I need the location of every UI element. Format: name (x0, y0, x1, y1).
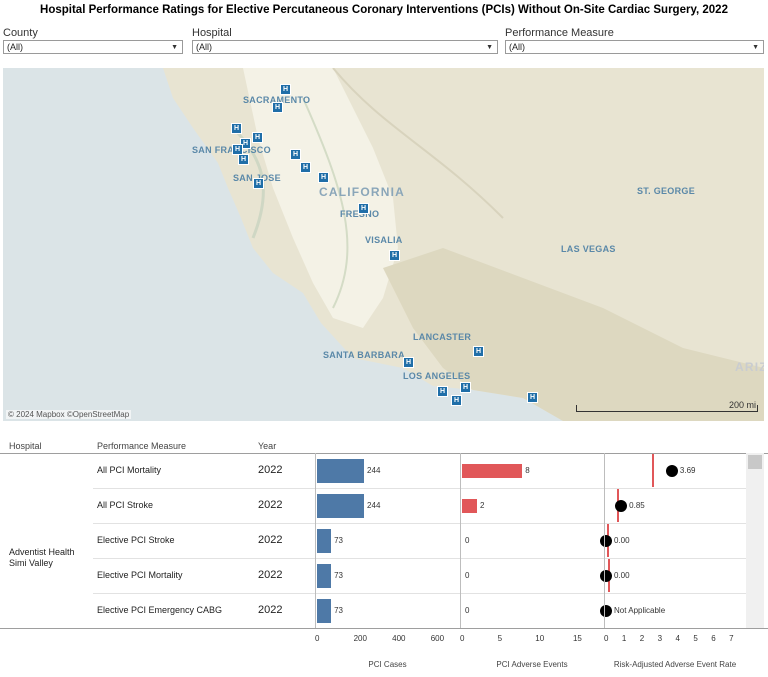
hospital-marker-icon[interactable]: H (238, 154, 249, 165)
hospital-column-header: Hospital (9, 441, 42, 451)
measure-filter[interactable]: Performance Measure (All) ▼ (505, 26, 764, 54)
state-label: CALIFORNIA (319, 185, 405, 199)
map-scale-label: 200 mi (728, 400, 756, 410)
page-title: Hospital Performance Ratings for Electiv… (40, 4, 728, 16)
hospital-marker-icon[interactable]: H (527, 392, 538, 403)
year-cell: 2022 (258, 603, 283, 616)
rate-axis-title: Risk-Adjusted Adverse Event Rate (613, 660, 737, 669)
hospital-marker-icon[interactable]: H (437, 386, 448, 397)
year-cell: 2022 (258, 498, 283, 511)
measure-name: All PCI Stroke (97, 499, 154, 510)
measure-select[interactable]: (All) ▼ (505, 40, 764, 54)
county-select[interactable]: (All) ▼ (3, 40, 183, 54)
county-value: (All) (7, 42, 23, 52)
events-axis-title: PCI Adverse Events (496, 660, 568, 669)
chevron-down-icon[interactable]: ▼ (752, 41, 759, 54)
year-column-header: Year (258, 441, 277, 451)
axis-tick-label: 0 (604, 634, 609, 643)
measure-value: (All) (509, 42, 525, 52)
axis-tick-label: 0 (315, 634, 320, 643)
axis-tick-label: 3 (657, 634, 663, 643)
measure-name: Elective PCI Stroke (97, 534, 175, 545)
state-label: ARIZ (735, 360, 764, 374)
hospital-marker-icon[interactable]: H (451, 395, 462, 406)
city-label: SANTA BARBARA (323, 350, 405, 360)
hospital-marker-icon[interactable]: H (272, 102, 283, 113)
city-label: LOS ANGELES (403, 371, 471, 381)
axis-tick-label: 200 (353, 634, 367, 643)
cases-axis-title: PCI Cases (368, 660, 407, 669)
axis-tick-label: 4 (675, 634, 680, 643)
footer-divider (0, 628, 768, 629)
measure-name: All PCI Mortality (97, 464, 162, 475)
measure-filter-label: Performance Measure (505, 27, 614, 39)
year-cell: 2022 (258, 463, 283, 476)
chevron-down-icon[interactable]: ▼ (171, 41, 178, 54)
hospital-marker-icon[interactable]: H (460, 382, 471, 393)
year-cell: 2022 (258, 533, 283, 546)
measure-column-header: Performance Measure (97, 441, 187, 451)
hospital-marker-icon[interactable]: H (358, 203, 369, 214)
axis-tick-label: 600 (430, 634, 445, 643)
hospital-marker-icon[interactable]: H (403, 357, 414, 368)
hospital-map[interactable]: SACRAMENTO SAN FRANCISCO SAN JOSE FRESNO… (3, 68, 764, 421)
hospital-marker-icon[interactable]: H (473, 346, 484, 357)
city-label: LAS VEGAS (561, 244, 616, 254)
axis-tick-label: 1 (621, 634, 627, 643)
hospital-marker-icon[interactable]: H (231, 123, 242, 134)
hospital-marker-icon[interactable]: H (389, 250, 400, 261)
city-label: ST. GEORGE (637, 186, 696, 196)
axis-tick-label: 0 (460, 634, 465, 643)
hospital-marker-icon[interactable]: H (290, 149, 301, 160)
hospital-marker-icon[interactable]: H (252, 132, 263, 143)
axis-tick-label: 10 (535, 634, 545, 643)
axis-tick-label: 5 (693, 634, 698, 643)
chevron-down-icon[interactable]: ▼ (486, 41, 493, 54)
county-filter[interactable]: County (All) ▼ (3, 26, 183, 54)
scrollbar-thumb[interactable] (748, 455, 762, 469)
axis-tick-label: 7 (729, 634, 734, 643)
axis-tick-label: 5 (497, 634, 503, 643)
hospital-marker-icon[interactable]: H (253, 178, 264, 189)
axis-tick-label: 15 (572, 634, 582, 643)
measure-name: Elective PCI Mortality (97, 569, 183, 580)
hospital-marker-icon[interactable]: H (318, 172, 329, 183)
axis-tick-label: 400 (392, 634, 406, 643)
event-rate-panel (604, 453, 748, 629)
scrollbar[interactable] (746, 453, 764, 629)
hospital-marker-icon[interactable]: H (280, 84, 291, 95)
year-cell: 2022 (258, 568, 283, 581)
hospital-filter-label: Hospital (192, 27, 232, 39)
adverse-events-panel (460, 453, 605, 629)
axis-tick-label: 2 (639, 634, 645, 643)
pci-cases-panel (315, 453, 461, 629)
hospital-value: (All) (196, 42, 212, 52)
hospital-marker-icon[interactable]: H (300, 162, 311, 173)
county-filter-label: County (3, 27, 38, 39)
map-attribution[interactable]: © 2024 Mapbox ©OpenStreetMap (6, 410, 132, 419)
hospital-filter[interactable]: Hospital (All) ▼ (192, 26, 498, 54)
city-label: LANCASTER (413, 332, 472, 342)
hospital-name-cont: Simi Valley (9, 558, 53, 568)
measure-name: Elective PCI Emergency CABG (97, 604, 223, 615)
axis-tick-label: 6 (711, 634, 716, 643)
hospital-select[interactable]: (All) ▼ (192, 40, 498, 54)
city-label: VISALIA (365, 235, 403, 245)
hospital-name: Adventist Health (9, 547, 75, 557)
